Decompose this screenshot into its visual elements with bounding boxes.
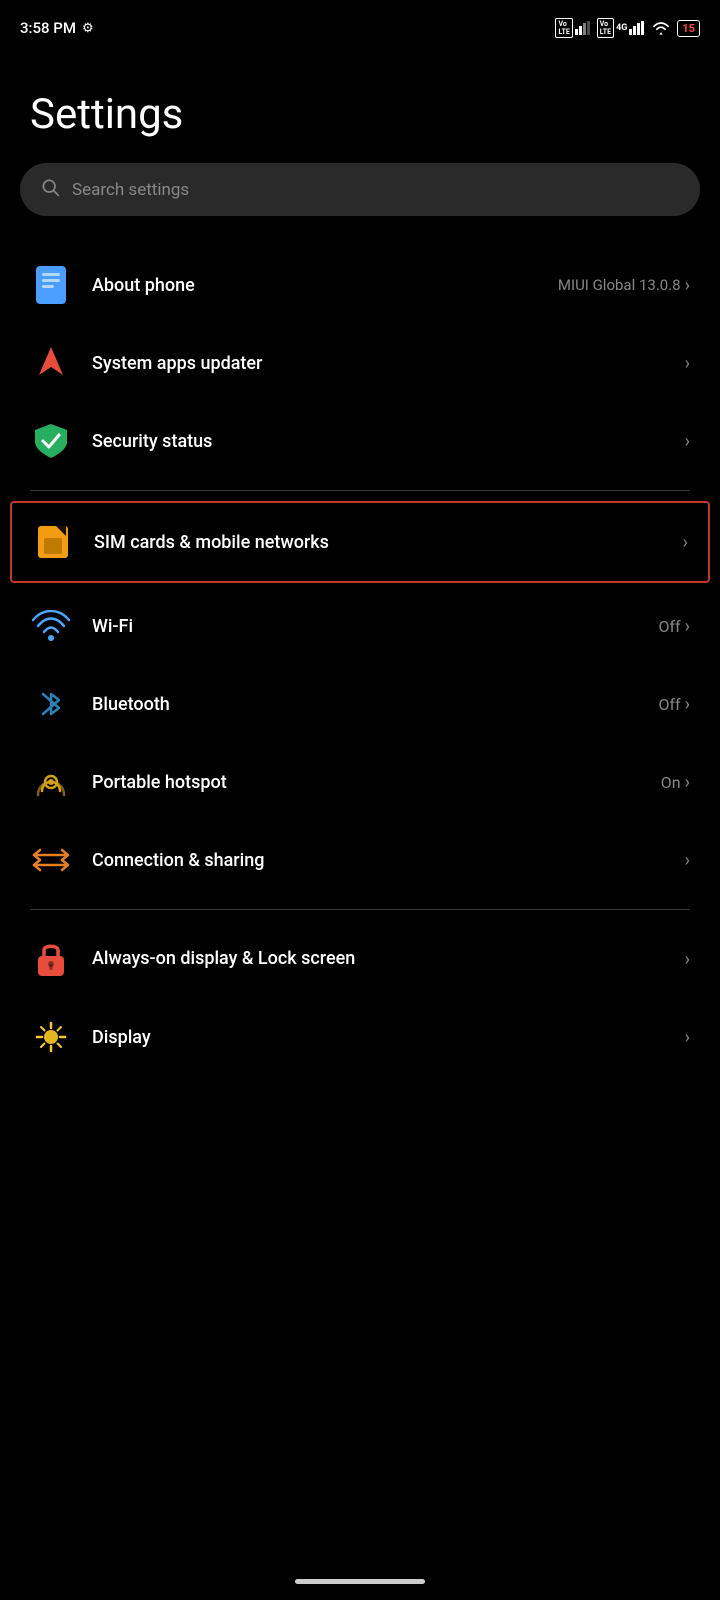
settings-item-always-on-display[interactable]: Always-on display & Lock screen ›	[0, 920, 720, 998]
sim-cards-right: ›	[683, 532, 688, 553]
signal-bars-2	[629, 21, 645, 35]
display-label: Display	[92, 1027, 151, 1048]
settings-item-security-status[interactable]: Security status ›	[0, 402, 720, 480]
search-container[interactable]: Search settings	[0, 163, 720, 246]
security-status-right: ›	[685, 431, 690, 452]
divider-1	[30, 490, 690, 491]
sim-cards-chevron: ›	[683, 532, 688, 553]
status-icons: VoLTE VoLTE 4G 1	[555, 18, 700, 38]
system-apps-content: System apps updater ›	[92, 353, 690, 374]
bluetooth-right: Off ›	[658, 694, 690, 715]
sim-cards-icon	[32, 521, 74, 563]
home-indicator	[295, 1579, 425, 1584]
about-phone-label: About phone	[92, 275, 195, 296]
system-apps-updater-icon	[30, 342, 72, 384]
wifi-right: Off ›	[658, 616, 690, 637]
connection-sharing-label: Connection & sharing	[92, 850, 265, 871]
bluetooth-label: Bluetooth	[92, 694, 170, 715]
display-content: Display ›	[92, 1027, 690, 1048]
always-on-display-content: Always-on display & Lock screen ›	[92, 946, 690, 971]
section-display: Always-on display & Lock screen › Disp	[0, 920, 720, 1076]
always-on-display-label: Always-on display & Lock screen	[92, 946, 355, 971]
bluetooth-chevron: ›	[685, 694, 690, 715]
hotspot-chevron: ›	[685, 772, 690, 793]
wifi-status-icon	[651, 20, 671, 36]
signal-group-1: VoLTE	[555, 18, 590, 38]
hotspot-right: On ›	[661, 772, 690, 793]
hotspot-icon	[30, 761, 72, 803]
sim-cards-label: SIM cards & mobile networks	[94, 532, 329, 553]
4g-badge: 4G	[616, 23, 627, 33]
about-phone-value: MIUI Global 13.0.8	[558, 276, 681, 294]
security-status-content: Security status ›	[92, 431, 690, 452]
connection-sharing-right: ›	[685, 850, 690, 871]
status-time: 3:58 PM ⚙	[20, 19, 94, 37]
wifi-content: Wi-Fi Off ›	[92, 616, 690, 637]
security-status-icon	[30, 420, 72, 462]
wifi-icon	[30, 605, 72, 647]
settings-item-bluetooth[interactable]: Bluetooth Off ›	[0, 665, 720, 743]
always-on-display-icon	[30, 938, 72, 980]
divider-2	[30, 909, 690, 910]
bluetooth-icon	[30, 683, 72, 725]
section-top: About phone MIUI Global 13.0.8 › System …	[0, 246, 720, 480]
connection-sharing-icon	[30, 839, 72, 881]
status-bar: 3:58 PM ⚙ VoLTE VoLTE 4G	[0, 0, 720, 50]
display-icon	[30, 1016, 72, 1058]
security-status-chevron: ›	[685, 431, 690, 452]
search-placeholder-text: Search settings	[72, 180, 189, 200]
security-status-label: Security status	[92, 431, 212, 452]
connection-sharing-content: Connection & sharing ›	[92, 850, 690, 871]
search-icon	[40, 177, 60, 202]
display-right: ›	[685, 1027, 690, 1048]
settings-item-wifi[interactable]: Wi-Fi Off ›	[0, 587, 720, 665]
settings-item-display[interactable]: Display ›	[0, 998, 720, 1076]
time-text: 3:58 PM	[20, 19, 76, 37]
signal-bars-1	[575, 21, 591, 35]
hotspot-content: Portable hotspot On ›	[92, 772, 690, 793]
settings-item-hotspot[interactable]: Portable hotspot On ›	[0, 743, 720, 821]
system-apps-right: ›	[685, 353, 690, 374]
hotspot-label: Portable hotspot	[92, 772, 227, 793]
about-phone-right: MIUI Global 13.0.8 ›	[558, 275, 690, 296]
wifi-chevron: ›	[685, 616, 690, 637]
settings-item-system-apps-updater[interactable]: System apps updater ›	[0, 324, 720, 402]
settings-gear-icon: ⚙	[82, 21, 94, 36]
always-on-display-right: ›	[685, 949, 690, 970]
bluetooth-content: Bluetooth Off ›	[92, 694, 690, 715]
system-apps-label: System apps updater	[92, 353, 262, 374]
wifi-label: Wi-Fi	[92, 616, 133, 637]
signal-group-2: VoLTE 4G	[597, 18, 646, 38]
battery-level: 15	[682, 22, 695, 35]
about-phone-content: About phone MIUI Global 13.0.8 ›	[92, 275, 690, 296]
about-phone-chevron: ›	[685, 275, 690, 296]
page-title: Settings	[0, 50, 720, 163]
settings-item-connection-sharing[interactable]: Connection & sharing ›	[0, 821, 720, 899]
search-bar[interactable]: Search settings	[20, 163, 700, 216]
about-phone-icon	[30, 264, 72, 306]
settings-item-about-phone[interactable]: About phone MIUI Global 13.0.8 ›	[0, 246, 720, 324]
wifi-value: Off	[658, 617, 680, 636]
hotspot-value: On	[661, 773, 681, 792]
volte-badge-2: VoLTE	[597, 18, 614, 38]
system-apps-chevron: ›	[685, 353, 690, 374]
always-on-display-chevron: ›	[685, 949, 690, 970]
section-connectivity: SIM cards & mobile networks › Wi-Fi Off …	[0, 501, 720, 899]
volte-badge-1: VoLTE	[555, 18, 572, 38]
bluetooth-value: Off	[658, 695, 680, 714]
settings-item-sim-cards[interactable]: SIM cards & mobile networks ›	[10, 501, 710, 583]
battery-indicator: 15	[677, 20, 700, 37]
display-chevron: ›	[685, 1027, 690, 1048]
connection-sharing-chevron: ›	[685, 850, 690, 871]
sim-cards-content: SIM cards & mobile networks ›	[94, 532, 688, 553]
